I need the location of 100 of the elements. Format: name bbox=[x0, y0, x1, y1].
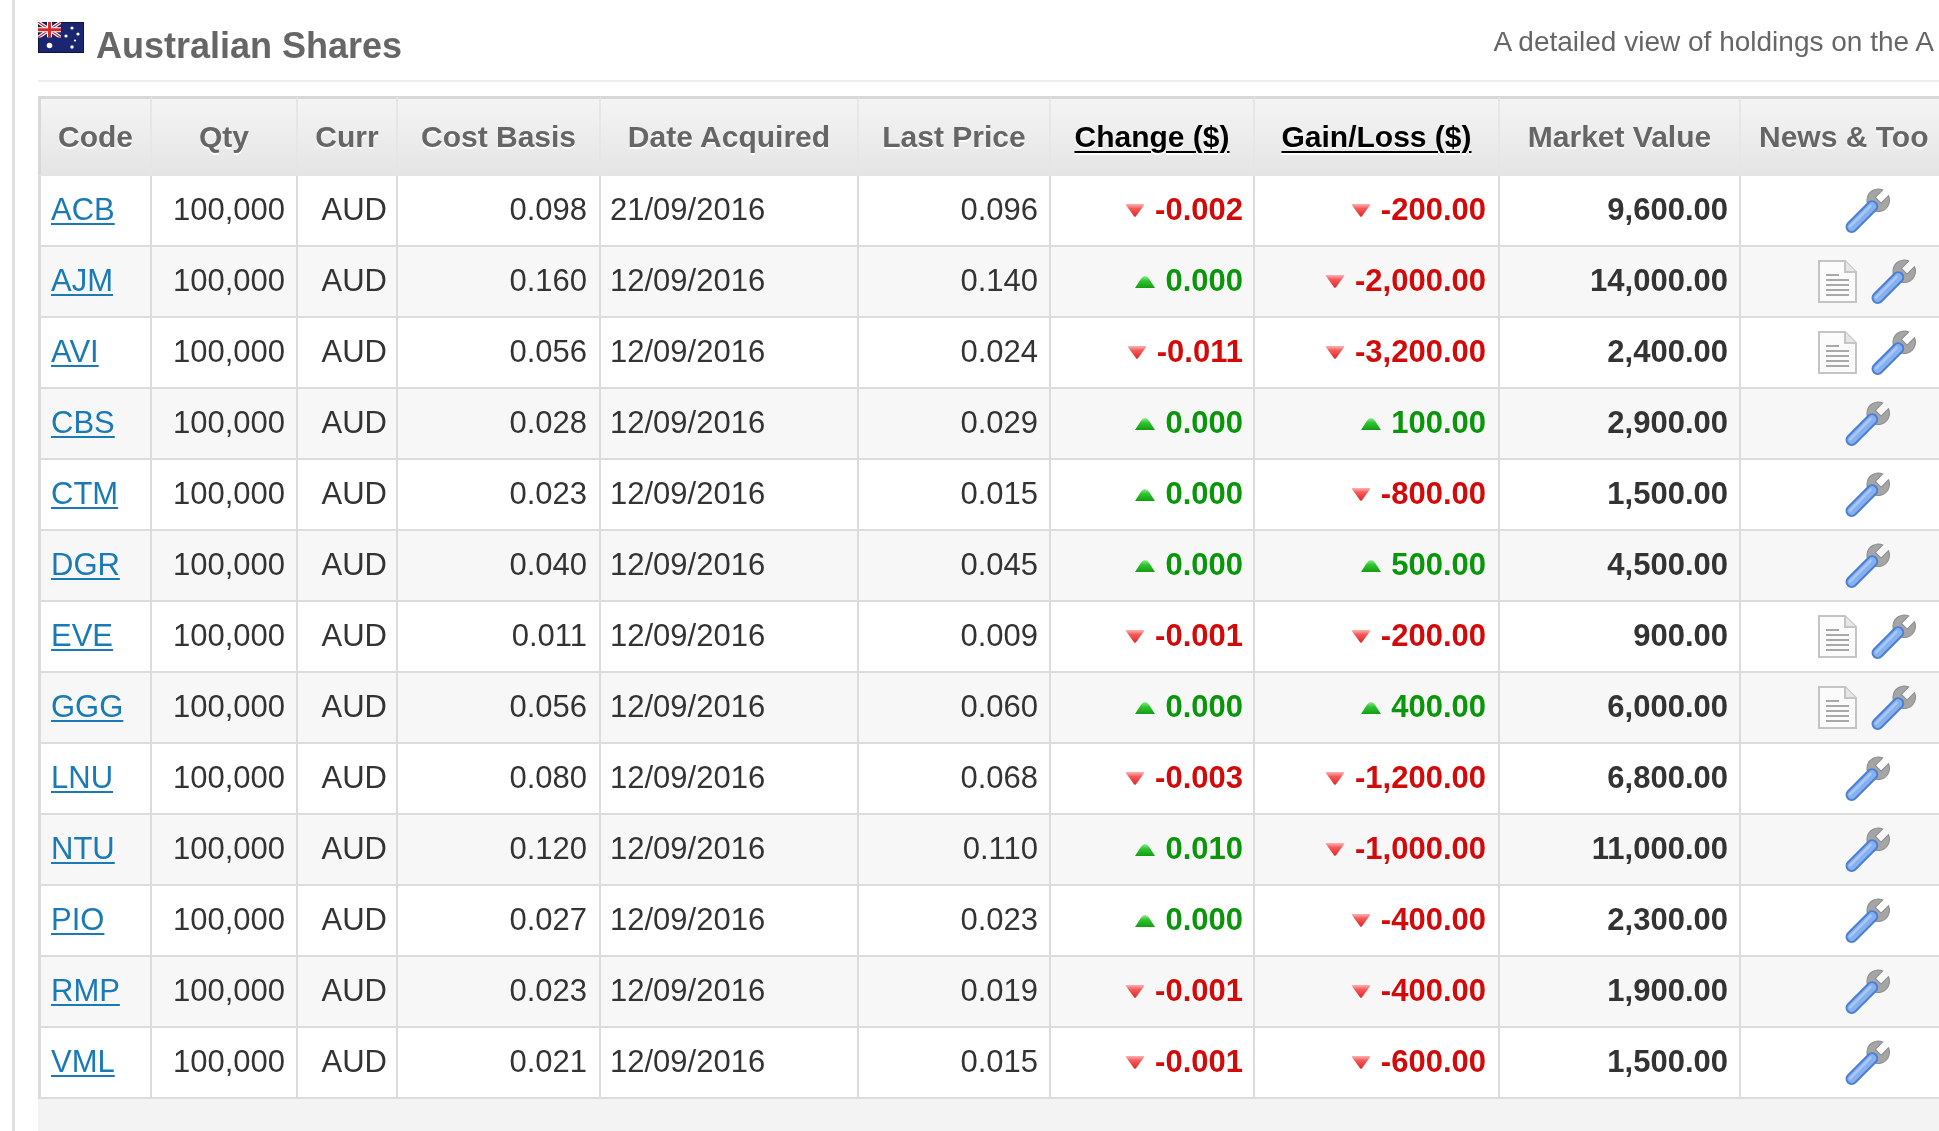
column-header: Code bbox=[38, 96, 152, 177]
column-header: Date Acquired bbox=[601, 96, 859, 177]
table-cell: 1,900.00 bbox=[1500, 957, 1741, 1029]
wrench-icon[interactable] bbox=[1843, 400, 1891, 447]
gain-loss-value: -200.00 bbox=[1380, 617, 1486, 656]
table-cell: 100,000 bbox=[152, 389, 298, 461]
table-cell: 0.028 bbox=[398, 389, 601, 461]
table-cell: 0.023 bbox=[398, 957, 601, 1029]
column-header: Last Price bbox=[859, 96, 1051, 177]
table-cell: 0.080 bbox=[398, 744, 601, 816]
table-cell: 2,300.00 bbox=[1500, 886, 1741, 958]
column-header: Curr bbox=[298, 96, 398, 177]
table-cell: 6,800.00 bbox=[1500, 744, 1741, 816]
document-icon[interactable] bbox=[1817, 686, 1858, 730]
flag-icon bbox=[38, 22, 84, 53]
table-cell: 12/09/2016 bbox=[601, 815, 859, 887]
wrench-icon[interactable] bbox=[1843, 187, 1891, 234]
page-title: Australian Shares bbox=[96, 24, 403, 68]
wrench-icon[interactable] bbox=[1843, 968, 1891, 1015]
table-cell: AUD bbox=[298, 886, 398, 958]
wrench-icon[interactable] bbox=[1843, 471, 1891, 518]
table-cell: 12/09/2016 bbox=[601, 673, 859, 745]
gain-loss-value: -600.00 bbox=[1380, 1043, 1486, 1082]
gain-loss-value: -1,000.00 bbox=[1355, 830, 1486, 869]
change-value: 0.000 bbox=[1165, 262, 1243, 301]
change-value: -0.003 bbox=[1155, 759, 1243, 798]
table-cell: 900.00 bbox=[1500, 602, 1741, 674]
wrench-icon[interactable] bbox=[1843, 542, 1891, 589]
change-value: 0.010 bbox=[1165, 830, 1243, 869]
table-cell: 21/09/2016 bbox=[601, 176, 859, 248]
stock-code-link[interactable]: AVI bbox=[51, 329, 99, 376]
stock-code-link[interactable]: AJM bbox=[51, 258, 113, 305]
table-cell: 0.019 bbox=[859, 957, 1051, 1029]
gain-loss-value: -3,200.00 bbox=[1355, 333, 1486, 372]
stock-code-link[interactable]: CBS bbox=[51, 400, 115, 447]
change-value: -0.002 bbox=[1155, 191, 1243, 230]
table-cell: AUD bbox=[298, 673, 398, 745]
table-cell: 100,000 bbox=[152, 531, 298, 603]
table-cell: 0.060 bbox=[859, 673, 1051, 745]
wrench-icon[interactable] bbox=[1870, 613, 1917, 660]
wrench-icon[interactable] bbox=[1843, 1039, 1891, 1086]
stock-code-link[interactable]: LNU bbox=[51, 755, 113, 802]
stock-code-link[interactable]: CTM bbox=[51, 471, 119, 518]
wrench-icon[interactable] bbox=[1843, 826, 1891, 873]
table-cell: 6,000.00 bbox=[1500, 673, 1741, 745]
gain-loss-value: -400.00 bbox=[1380, 901, 1486, 940]
wrench-icon[interactable] bbox=[1870, 684, 1917, 731]
stock-code-link[interactable]: RMP bbox=[51, 968, 120, 1015]
gain-loss-value: -400.00 bbox=[1380, 972, 1486, 1011]
gain-loss-value: -200.00 bbox=[1380, 191, 1486, 230]
document-icon[interactable] bbox=[1817, 615, 1858, 659]
table-cell: 100,000 bbox=[152, 318, 298, 390]
sort-link[interactable]: Gain/Loss ($) bbox=[1281, 114, 1472, 160]
stock-code-link[interactable]: DGR bbox=[51, 542, 120, 589]
table-cell: 12/09/2016 bbox=[601, 247, 859, 319]
gain-loss-value: -2,000.00 bbox=[1355, 262, 1486, 301]
gain-loss-value: -800.00 bbox=[1380, 475, 1486, 514]
wrench-icon[interactable] bbox=[1870, 258, 1917, 305]
table-cell: 12/09/2016 bbox=[601, 389, 859, 461]
table-cell: AUD bbox=[298, 957, 398, 1029]
column-header: Cost Basis bbox=[398, 96, 601, 177]
table-cell: 100,000 bbox=[152, 247, 298, 319]
wrench-icon[interactable] bbox=[1870, 329, 1917, 376]
sort-link[interactable]: Change ($) bbox=[1074, 114, 1230, 160]
table-cell: 12/09/2016 bbox=[601, 1028, 859, 1100]
stock-code-link[interactable]: NTU bbox=[51, 826, 115, 873]
change-value: -0.001 bbox=[1155, 1043, 1243, 1082]
table-cell: 0.110 bbox=[859, 815, 1051, 887]
stock-code-link[interactable]: EVE bbox=[51, 613, 114, 660]
table-cell: 100,000 bbox=[152, 815, 298, 887]
wrench-icon[interactable] bbox=[1843, 755, 1891, 802]
table-cell: 1,500.00 bbox=[1500, 1028, 1741, 1100]
table-cell: 12/09/2016 bbox=[601, 531, 859, 603]
table-cell: 100,000 bbox=[152, 1028, 298, 1100]
table-cell: 0.027 bbox=[398, 886, 601, 958]
table-cell: 100,000 bbox=[152, 673, 298, 745]
table-cell: 0.056 bbox=[398, 673, 601, 745]
gain-loss-value: -1,200.00 bbox=[1355, 759, 1486, 798]
table-cell: 0.096 bbox=[859, 176, 1051, 248]
table-cell: 0.040 bbox=[398, 531, 601, 603]
table-cell: 0.056 bbox=[398, 318, 601, 390]
document-icon[interactable] bbox=[1817, 260, 1858, 304]
stock-code-link[interactable]: ACB bbox=[51, 187, 115, 234]
gain-loss-value: 500.00 bbox=[1391, 546, 1486, 585]
table-cell: 0.015 bbox=[859, 1028, 1051, 1100]
stock-code-link[interactable]: GGG bbox=[51, 684, 124, 731]
wrench-icon[interactable] bbox=[1843, 897, 1891, 944]
table-cell: 14,000.00 bbox=[1500, 247, 1741, 319]
document-icon[interactable] bbox=[1817, 331, 1858, 375]
table-cell: 11,000.00 bbox=[1500, 815, 1741, 887]
table-cell: 0.029 bbox=[859, 389, 1051, 461]
column-header: Market Value bbox=[1500, 96, 1741, 177]
stock-code-link[interactable]: PIO bbox=[51, 897, 105, 944]
stock-code-link[interactable]: VML bbox=[51, 1039, 115, 1086]
table-cell: 0.009 bbox=[859, 602, 1051, 674]
table-cell: 12/09/2016 bbox=[601, 957, 859, 1029]
gain-loss-value: 400.00 bbox=[1391, 688, 1486, 727]
table-cell: 2,900.00 bbox=[1500, 389, 1741, 461]
page-subtitle: A detailed view of holdings on the A bbox=[1493, 25, 1935, 59]
table-cell: 0.023 bbox=[859, 886, 1051, 958]
